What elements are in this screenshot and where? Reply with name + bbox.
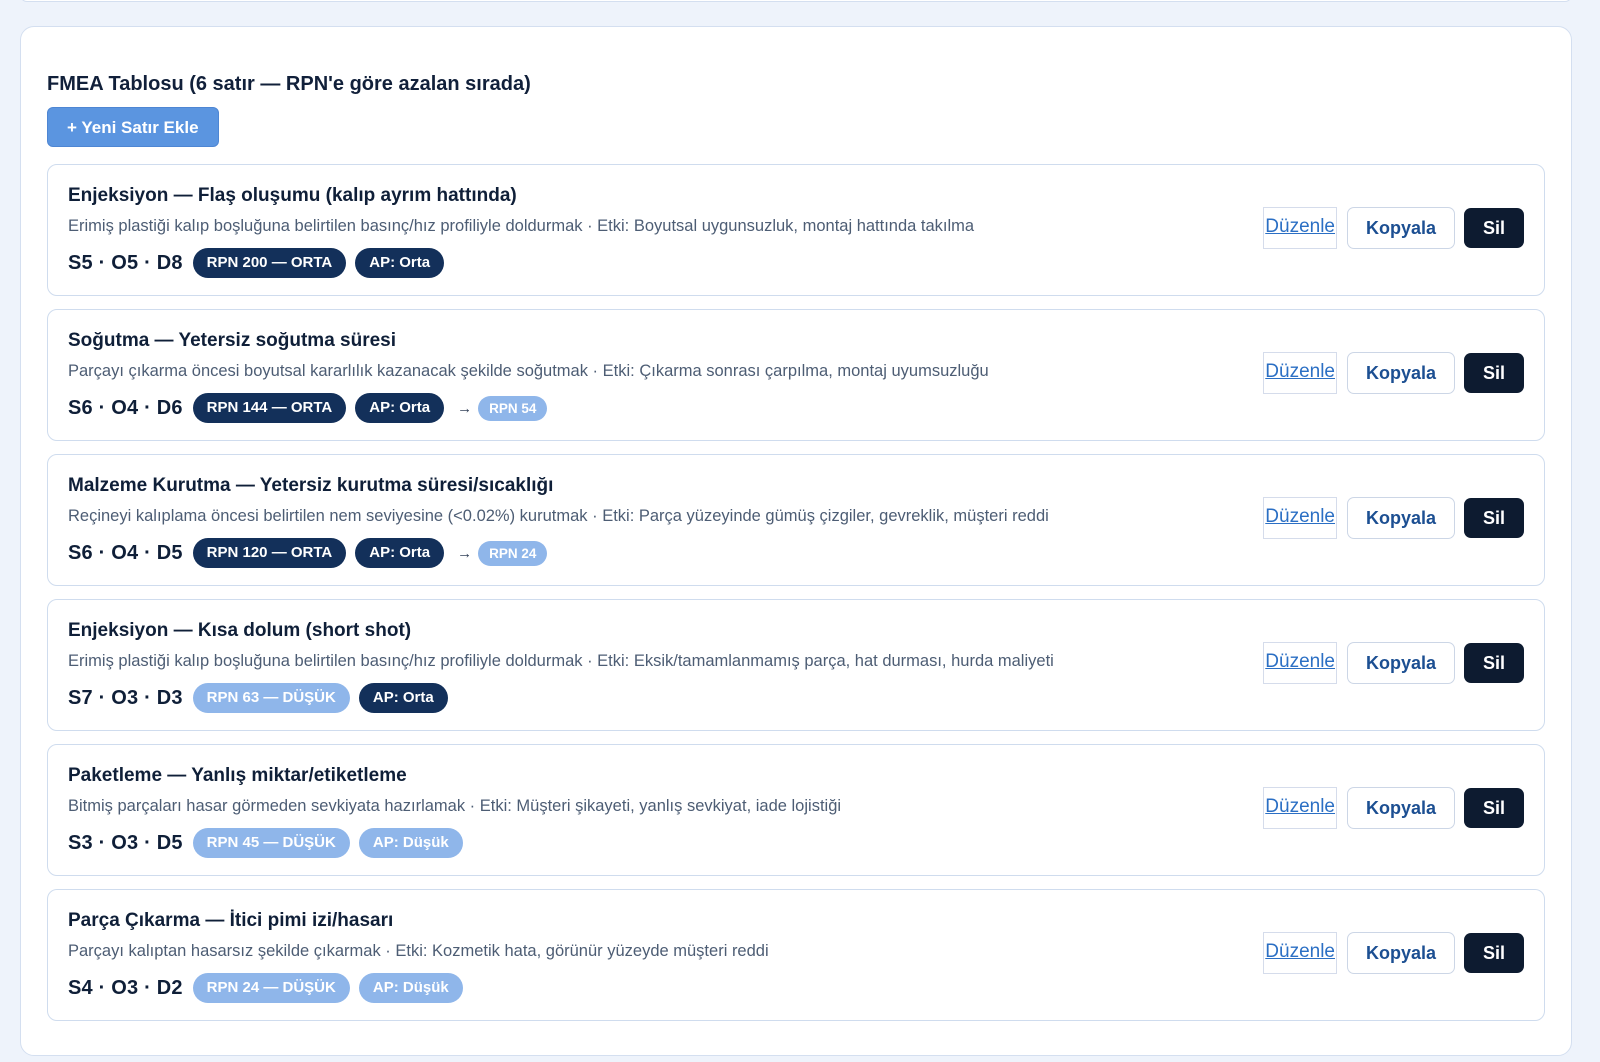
edit-button[interactable]: Düzenle bbox=[1263, 497, 1337, 539]
ap-badge: AP: Düşük bbox=[358, 828, 463, 858]
copy-button[interactable]: Kopyala bbox=[1347, 932, 1455, 974]
add-row-button[interactable]: + Yeni Satır Ekle bbox=[47, 107, 219, 147]
rpn-badge: RPN 63 — DÜŞÜK bbox=[192, 683, 350, 713]
row-actions: Düzenle Kopyala Sil bbox=[1263, 497, 1524, 539]
delete-button[interactable]: Sil bbox=[1464, 353, 1524, 393]
rpn-badge: RPN 24 — DÜŞÜK bbox=[192, 973, 350, 1003]
row-actions: Düzenle Kopyala Sil bbox=[1263, 207, 1524, 249]
edit-button[interactable]: Düzenle bbox=[1263, 642, 1337, 684]
row-actions: Düzenle Kopyala Sil bbox=[1263, 787, 1524, 829]
copy-button[interactable]: Kopyala bbox=[1347, 787, 1455, 829]
ap-badge: AP: Orta bbox=[355, 393, 445, 423]
arrow-right-icon: → bbox=[457, 399, 473, 417]
severity-occurrence-detection: S6 · O4 · D5 bbox=[68, 541, 183, 564]
severity-occurrence-detection: S7 · O3 · D3 bbox=[68, 686, 183, 709]
fmea-row: Paketleme — Yanlış miktar/etiketleme Bit… bbox=[47, 744, 1545, 876]
copy-button[interactable]: Kopyala bbox=[1347, 207, 1455, 249]
delete-button[interactable]: Sil bbox=[1464, 933, 1524, 973]
row-actions: Düzenle Kopyala Sil bbox=[1263, 932, 1524, 974]
delete-button[interactable]: Sil bbox=[1464, 788, 1524, 828]
row-title: Enjeksiyon — Kısa dolum (short shot) bbox=[68, 620, 412, 641]
row-meta: S3 · O3 · D5 RPN 45 — DÜŞÜK AP: Düşük bbox=[68, 827, 1524, 859]
fmea-rows: Enjeksiyon — Flaş oluşumu (kalıp ayrım h… bbox=[47, 164, 1545, 1021]
row-title: Enjeksiyon — Flaş oluşumu (kalıp ayrım h… bbox=[68, 185, 517, 206]
edit-button[interactable]: Düzenle bbox=[1263, 207, 1337, 249]
copy-button[interactable]: Kopyala bbox=[1347, 352, 1455, 394]
row-meta: S6 · O4 · D6 RPN 144 — ORTA AP: Orta → R… bbox=[68, 392, 1524, 424]
rpn-badge: RPN 200 — ORTA bbox=[192, 248, 347, 278]
ap-badge: AP: Orta bbox=[355, 538, 445, 568]
fmea-table-panel: FMEA Tablosu (6 satır — RPN'e göre azala… bbox=[20, 26, 1572, 1056]
arrow-right-icon: → bbox=[457, 544, 473, 562]
rpn-badge: RPN 144 — ORTA bbox=[192, 393, 347, 423]
row-actions: Düzenle Kopyala Sil bbox=[1263, 642, 1524, 684]
row-meta: S6 · O4 · D5 RPN 120 — ORTA AP: Orta → R… bbox=[68, 537, 1524, 569]
previous-panel bbox=[20, 0, 1572, 2]
target-rpn-badge: RPN 24 bbox=[478, 540, 548, 566]
fmea-row: Malzeme Kurutma — Yetersiz kurutma süres… bbox=[47, 454, 1545, 586]
copy-button[interactable]: Kopyala bbox=[1347, 642, 1455, 684]
panel-title: FMEA Tablosu (6 satır — RPN'e göre azala… bbox=[47, 73, 531, 95]
row-title: Parça Çıkarma — İtici pimi izi/hasarı bbox=[68, 910, 394, 931]
ap-badge: AP: Düşük bbox=[358, 973, 463, 1003]
severity-occurrence-detection: S3 · O3 · D5 bbox=[68, 831, 183, 854]
edit-button[interactable]: Düzenle bbox=[1263, 932, 1337, 974]
fmea-row: Soğutma — Yetersiz soğutma süresi Parçay… bbox=[47, 309, 1545, 441]
edit-button[interactable]: Düzenle bbox=[1263, 787, 1337, 829]
delete-button[interactable]: Sil bbox=[1464, 498, 1524, 538]
row-actions: Düzenle Kopyala Sil bbox=[1263, 352, 1524, 394]
target-rpn-badge: RPN 54 bbox=[478, 395, 548, 421]
edit-button[interactable]: Düzenle bbox=[1263, 352, 1337, 394]
rpn-badge: RPN 45 — DÜŞÜK bbox=[192, 828, 350, 858]
copy-button[interactable]: Kopyala bbox=[1347, 497, 1455, 539]
row-title: Malzeme Kurutma — Yetersiz kurutma süres… bbox=[68, 475, 554, 496]
severity-occurrence-detection: S4 · O3 · D2 bbox=[68, 976, 183, 999]
row-meta: S7 · O3 · D3 RPN 63 — DÜŞÜK AP: Orta bbox=[68, 682, 1524, 714]
fmea-row: Parça Çıkarma — İtici pimi izi/hasarı Pa… bbox=[47, 889, 1545, 1021]
row-title: Soğutma — Yetersiz soğutma süresi bbox=[68, 330, 397, 351]
ap-badge: AP: Orta bbox=[355, 248, 445, 278]
row-title: Paketleme — Yanlış miktar/etiketleme bbox=[68, 765, 407, 786]
ap-badge: AP: Orta bbox=[358, 683, 448, 713]
severity-occurrence-detection: S5 · O5 · D8 bbox=[68, 251, 183, 274]
row-meta: S4 · O3 · D2 RPN 24 — DÜŞÜK AP: Düşük bbox=[68, 972, 1524, 1004]
fmea-row: Enjeksiyon — Kısa dolum (short shot) Eri… bbox=[47, 599, 1545, 731]
fmea-row: Enjeksiyon — Flaş oluşumu (kalıp ayrım h… bbox=[47, 164, 1545, 296]
rpn-badge: RPN 120 — ORTA bbox=[192, 538, 347, 568]
severity-occurrence-detection: S6 · O4 · D6 bbox=[68, 396, 183, 419]
delete-button[interactable]: Sil bbox=[1464, 643, 1524, 683]
delete-button[interactable]: Sil bbox=[1464, 208, 1524, 248]
row-meta: S5 · O5 · D8 RPN 200 — ORTA AP: Orta bbox=[68, 247, 1524, 279]
